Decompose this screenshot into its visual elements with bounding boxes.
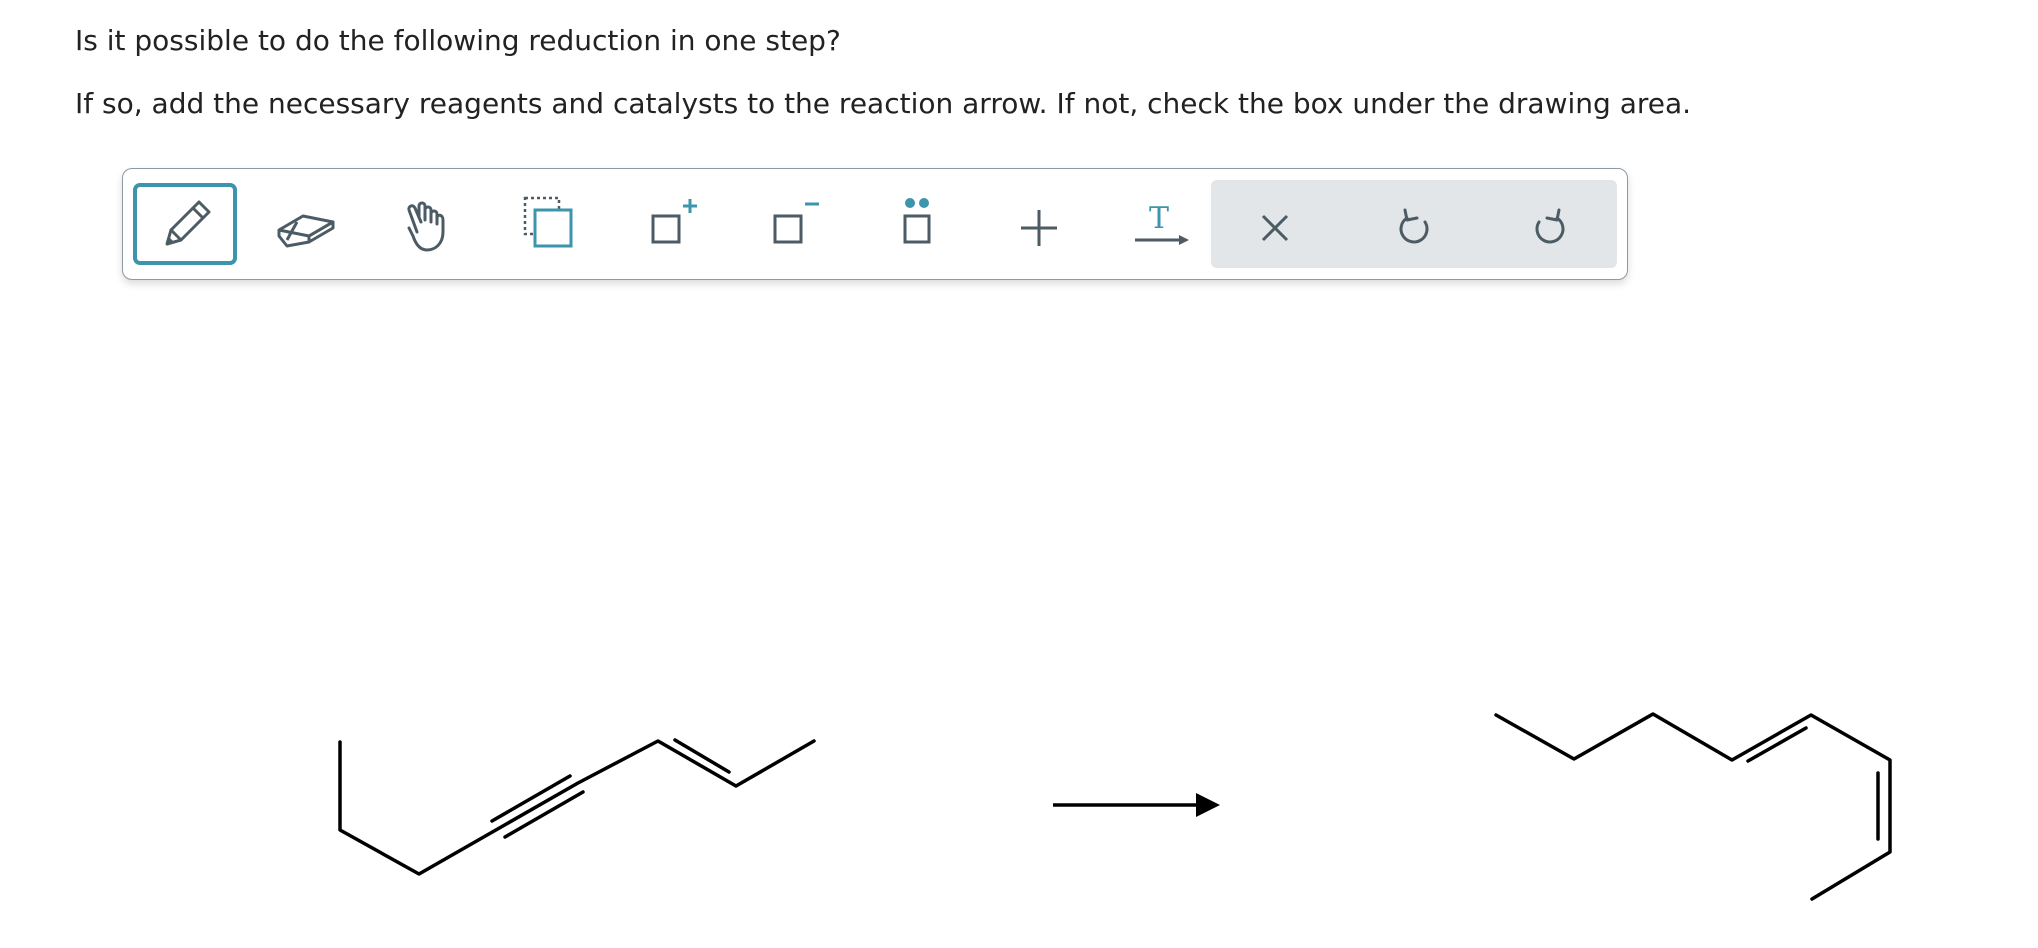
redo-icon [1535, 208, 1565, 244]
arrow-text-tool-button[interactable]: T [1109, 183, 1213, 265]
action-group [1211, 180, 1617, 268]
clear-icon [1261, 214, 1289, 242]
pencil-icon [165, 200, 211, 246]
clear-button[interactable] [1223, 183, 1327, 265]
reactant-molecule [338, 738, 816, 876]
hand-tool-button[interactable] [377, 183, 481, 265]
selection-icon [523, 196, 573, 248]
pencil-tool-button[interactable] [133, 183, 237, 265]
arrow-text-glyph: T [1149, 201, 1169, 236]
decrease-charge-icon [773, 202, 819, 244]
plus-tool-button[interactable] [987, 183, 1091, 265]
undo-button[interactable] [1361, 183, 1465, 265]
drawing-canvas[interactable] [0, 285, 2038, 948]
drawing-toolbar: T [122, 168, 1628, 280]
question-line-1: Is it possible to do the following reduc… [75, 24, 841, 57]
product-molecule [1494, 712, 1892, 901]
lone-pair-icon [903, 198, 931, 244]
arrow-text-icon: T [1135, 201, 1189, 245]
decrease-charge-tool-button[interactable] [743, 183, 847, 265]
redo-button[interactable] [1499, 183, 1603, 265]
reaction-arrow[interactable] [1053, 793, 1220, 817]
eraser-icon [277, 214, 335, 248]
increase-charge-icon [651, 199, 697, 244]
lone-pair-tool-button[interactable] [865, 183, 969, 265]
hand-icon [407, 201, 445, 252]
eraser-tool-button[interactable] [255, 183, 359, 265]
question-line-2: If so, add the necessary reagents and ca… [75, 87, 1692, 120]
selection-tool-button[interactable] [499, 183, 603, 265]
increase-charge-tool-button[interactable] [621, 183, 725, 265]
undo-icon [1399, 208, 1429, 244]
plus-icon [1021, 210, 1057, 246]
reaction-scheme [338, 712, 1892, 901]
